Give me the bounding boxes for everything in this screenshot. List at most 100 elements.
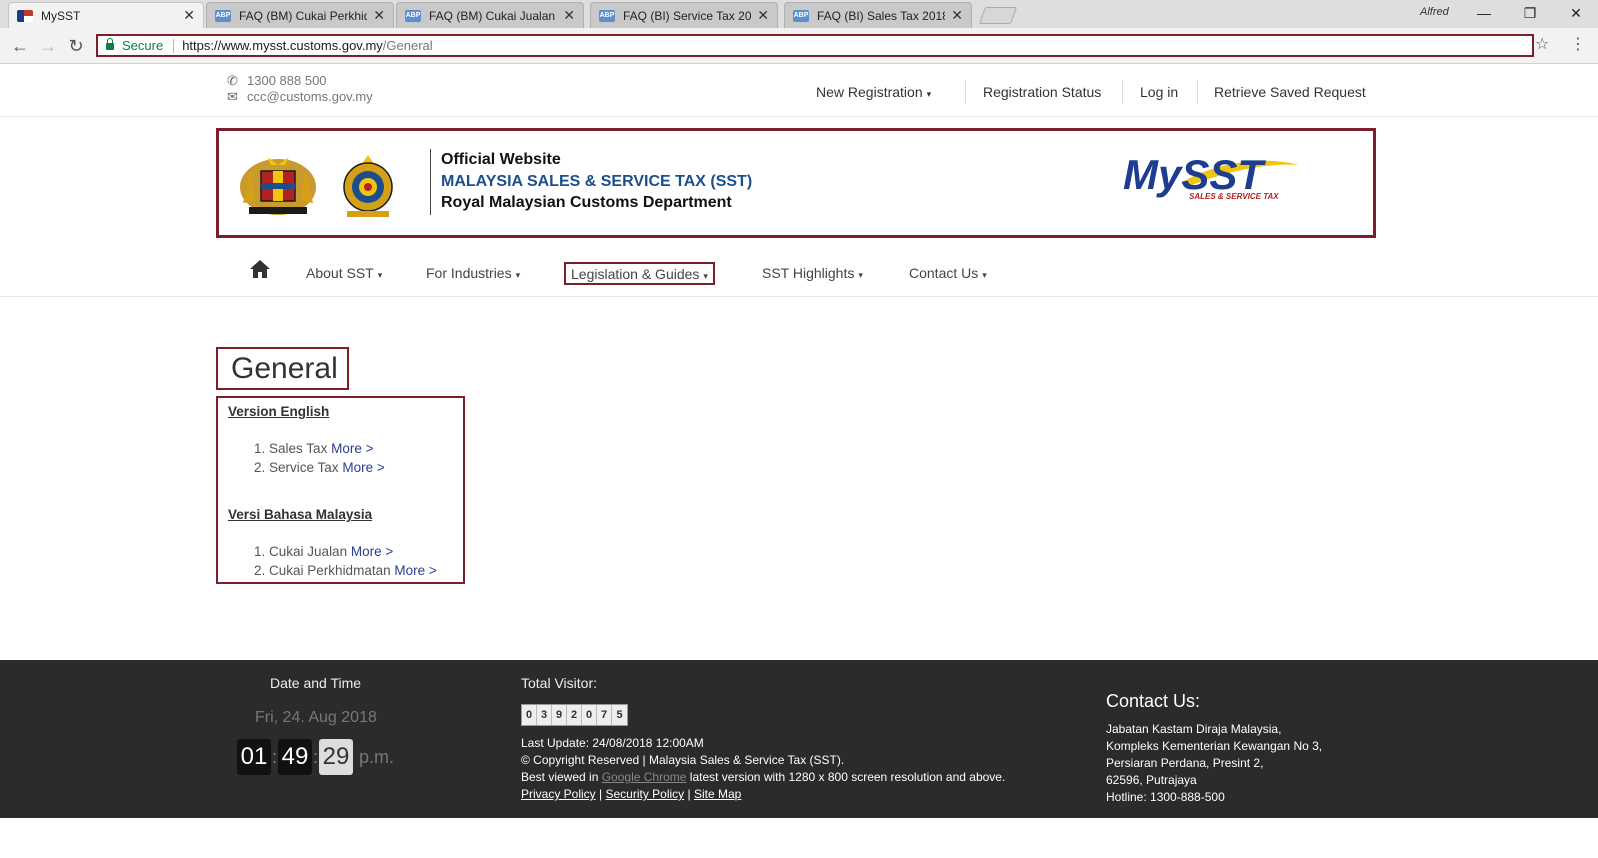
nav-label: Contact Us (909, 265, 979, 281)
list-item: 1. Sales Tax More > (254, 441, 374, 456)
nav-label: SST Highlights (762, 265, 855, 281)
close-icon[interactable]: ✕ (757, 7, 769, 24)
clock-seconds: 29 (319, 739, 353, 775)
chevron-down-icon: ▾ (926, 89, 932, 99)
close-icon[interactable]: ✕ (563, 7, 575, 24)
list-item: 2. Service Tax More > (254, 460, 385, 475)
more-link-sales-tax[interactable]: More > (331, 441, 373, 456)
email-contact: ✉ ccc@customs.gov.my (227, 89, 373, 105)
site-map-link[interactable]: Site Map (694, 787, 741, 801)
restore-icon[interactable]: ❐ (1508, 2, 1552, 24)
minimize-icon[interactable]: — (1462, 2, 1506, 24)
footer-contact-heading: Contact Us: (1106, 691, 1201, 711)
clock-hours: 01 (237, 739, 271, 775)
counter-digit: 5 (616, 709, 623, 721)
topnav-log-in[interactable]: Log in (1140, 84, 1178, 100)
nav-contact-us[interactable]: Contact Us ▾ (909, 265, 987, 281)
more-link-service-tax[interactable]: More > (342, 460, 384, 475)
topnav-retrieve-saved-request[interactable]: Retrieve Saved Request (1214, 84, 1366, 100)
window-close-icon[interactable]: ✕ (1554, 2, 1598, 24)
visitor-counter: 0 3 9 2 0 7 5 (521, 704, 628, 726)
phone-contact: ✆ 1300 888 500 (227, 73, 327, 89)
chevron-down-icon: ▾ (515, 270, 521, 280)
topnav-registration-status[interactable]: Registration Status (983, 84, 1101, 100)
tab-title: FAQ (BI) Service Tax 2018 (623, 8, 752, 23)
browser-toolbar: ← → ↻ Secure https://www.mysst.customs.g… (0, 28, 1598, 64)
divider (1197, 80, 1198, 104)
address-line: Kompleks Kementerian Kewangan No 3, (1106, 739, 1323, 753)
chevron-down-icon: ▾ (982, 270, 987, 280)
counter-digit: 2 (567, 705, 582, 725)
abp-icon: ABP (405, 9, 421, 22)
malay-section-title: Versi Bahasa Malaysia (228, 507, 373, 522)
phone-icon: ✆ (227, 73, 238, 88)
url-host: https://www.mysst.customs.gov.my (182, 38, 383, 53)
svg-text:MySST: MySST (1123, 151, 1266, 198)
address-line: Persiaran Perdana, Presint 2, (1106, 756, 1264, 770)
tab-faq-bm-jualan[interactable]: ABP FAQ (BM) Cukai Jualan 20 ✕ (396, 2, 584, 28)
address-line: 62596, Putrajaya (1106, 773, 1197, 787)
google-chrome-link[interactable]: Google Chrome (602, 770, 687, 784)
nav-for-industries[interactable]: For Industries ▾ (426, 265, 520, 281)
browser-menu-icon[interactable]: ⋮ (1570, 34, 1586, 54)
tab-title: FAQ (BI) Sales Tax 2018.p (817, 8, 946, 23)
best-viewed-text: latest version with 1280 x 800 screen re… (689, 770, 1006, 784)
tab-title: MySST (41, 8, 81, 23)
date-time-heading: Date and Time (270, 675, 362, 691)
more-link-cukai-jualan[interactable]: More > (351, 544, 393, 559)
privacy-policy-link[interactable]: Privacy Policy (521, 787, 596, 801)
nav-legislation-guides[interactable]: Legislation & Guides ▾ (564, 262, 715, 285)
tab-faq-bi-service[interactable]: ABP FAQ (BI) Service Tax 2018 ✕ (590, 2, 778, 28)
banner-site-name: MALAYSIA SALES & SERVICE TAX (SST) (441, 173, 753, 190)
nav-label: For Industries (426, 265, 512, 281)
clock-colon: : (271, 746, 277, 767)
clock-minutes: 49 (278, 739, 312, 775)
list-item: 1. Cukai Jualan More > (254, 544, 393, 559)
mysst-logo: MySST SALES & SERVICE TAX (1123, 151, 1299, 201)
close-icon[interactable]: ✕ (951, 7, 963, 24)
list-number: 1. (254, 544, 266, 559)
security-policy-link[interactable]: Security Policy (605, 787, 684, 801)
counter-digit: 0 (522, 705, 537, 725)
abp-icon: ABP (599, 9, 615, 22)
reload-icon[interactable]: ↻ (64, 34, 88, 58)
page-title: General (231, 352, 338, 385)
email-address[interactable]: ccc@customs.gov.my (247, 89, 373, 104)
close-icon[interactable]: ✕ (373, 7, 385, 24)
profile-name[interactable]: Alfred (1420, 6, 1449, 18)
chevron-down-icon: ▾ (858, 270, 863, 280)
new-tab-button[interactable] (978, 7, 1018, 24)
banner-department: Royal Malaysian Customs Department (441, 194, 732, 211)
clock-ampm: p.m. (359, 746, 395, 767)
tab-mysst[interactable]: MySST ✕ (8, 2, 204, 28)
topnav-new-registration[interactable]: New Registration ▾ (816, 84, 931, 100)
clock-colon: : (312, 746, 318, 767)
abp-icon: ABP (215, 9, 231, 22)
address-bar[interactable]: Secure https://www.mysst.customs.gov.my /… (96, 34, 1534, 57)
nav-sst-highlights[interactable]: SST Highlights ▾ (762, 265, 863, 281)
nav-label: Legislation & Guides (571, 266, 700, 282)
back-icon[interactable]: ← (8, 34, 32, 58)
clock: 01 : 49 : 29 p.m. (237, 738, 394, 776)
list-number: 1. (254, 441, 266, 456)
list-number: 2. (254, 460, 266, 475)
best-viewed-text: Best viewed in (521, 770, 599, 784)
nav-about-sst[interactable]: About SST ▾ (306, 265, 382, 281)
site-banner[interactable]: Official Website MALAYSIA SALES & SERVIC… (216, 128, 1376, 238)
more-link-cukai-perkhidmatan[interactable]: More > (394, 563, 436, 578)
list-item: 2. Cukai Perkhidmatan More > (254, 563, 437, 578)
best-viewed: Best viewed in Google Chrome latest vers… (521, 770, 1005, 784)
list-label: Cukai Jualan (269, 544, 348, 559)
footer-links: Privacy Policy | Security Policy | Site … (521, 787, 742, 801)
close-icon[interactable]: ✕ (183, 7, 195, 24)
secure-label: Secure (122, 38, 164, 53)
current-date: Fri, 24. Aug 2018 (255, 709, 377, 726)
envelope-icon: ✉ (227, 89, 238, 104)
home-icon[interactable] (249, 259, 271, 279)
svg-text:SALES & SERVICE TAX: SALES & SERVICE TAX (1189, 192, 1279, 201)
forward-icon[interactable]: → (36, 34, 60, 58)
tab-faq-bi-sales[interactable]: ABP FAQ (BI) Sales Tax 2018.p ✕ (784, 2, 972, 28)
tab-faq-bm-perkhidmatan[interactable]: ABP FAQ (BM) Cukai Perkhidm ✕ (206, 2, 394, 28)
divider (965, 80, 966, 104)
bookmark-star-icon[interactable]: ☆ (1535, 34, 1549, 54)
